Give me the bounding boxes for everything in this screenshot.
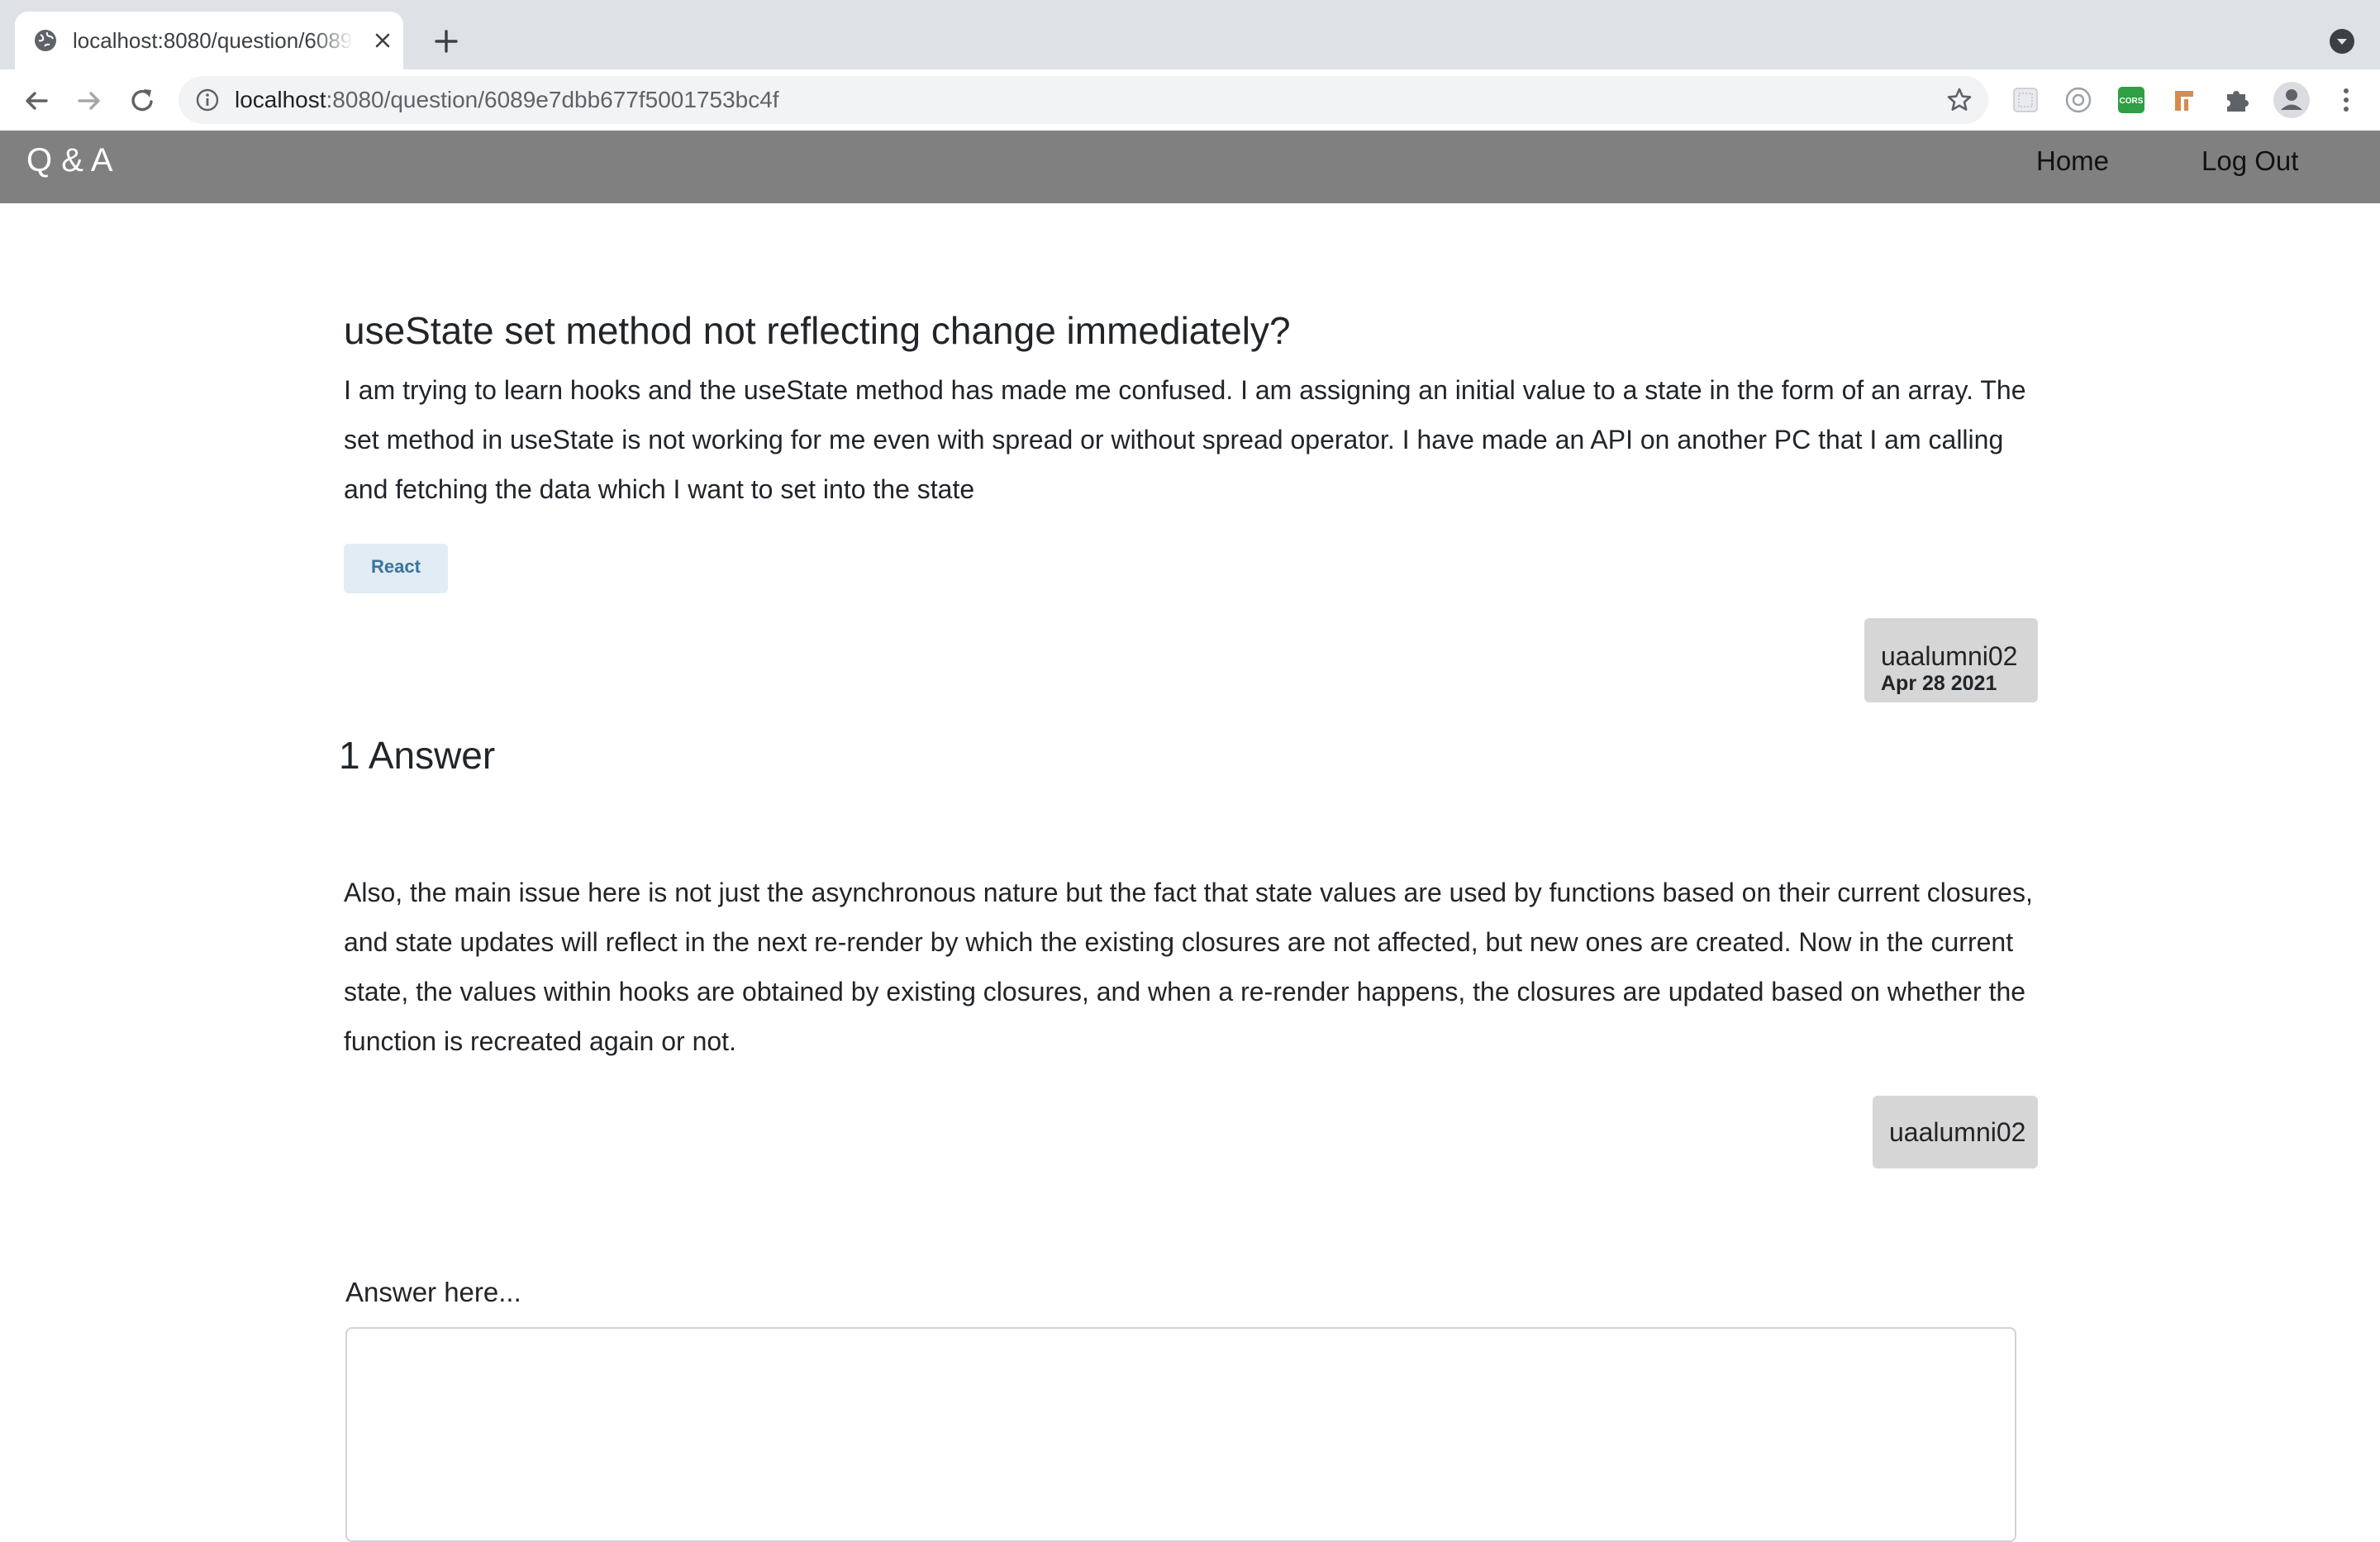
- author-name: uaalumni02: [1881, 641, 2018, 671]
- extension-icon[interactable]: [2063, 84, 2094, 116]
- back-arrow-icon[interactable]: [20, 84, 53, 117]
- close-icon[interactable]: [370, 28, 395, 53]
- profile-icon[interactable]: [2273, 81, 2311, 119]
- question-author-card[interactable]: uaalumni02 Apr 28 2021: [1864, 618, 2038, 702]
- puzzle-icon[interactable]: [2221, 84, 2253, 116]
- answer-body: Also, the main issue here is not just th…: [344, 878, 2033, 1056]
- chevron-down-icon[interactable]: [2329, 28, 2355, 55]
- plus-icon[interactable]: [430, 25, 463, 58]
- question-title: useState set method not reflecting chang…: [344, 309, 1291, 352]
- forward-arrow-icon[interactable]: [73, 84, 106, 117]
- kebab-menu-icon[interactable]: [2330, 84, 2362, 116]
- nav-link-log-out[interactable]: Log Out: [2202, 140, 2298, 182]
- answer-author-card[interactable]: uaalumni02: [1873, 1096, 2038, 1168]
- cors-icon[interactable]: CORS: [2116, 84, 2147, 116]
- browser-tab[interactable]: localhost:8080/question/6089e7dbb677f500…: [15, 12, 403, 69]
- tab-title: localhost:8080/question/6089e7dbb677f500…: [73, 28, 354, 53]
- address-bar[interactable]: localhost:8080/question/6089e7dbb677f500…: [178, 76, 1988, 124]
- nav-link-home[interactable]: Home: [2036, 140, 2109, 182]
- answer-author-name: uaalumni02: [1889, 1117, 2026, 1147]
- tag-react[interactable]: React: [344, 544, 448, 593]
- browser-tabstrip: localhost:8080/question/6089e7dbb677f500…: [0, 0, 2380, 69]
- extension-icon[interactable]: [2168, 84, 2200, 116]
- star-icon[interactable]: [1945, 86, 1973, 114]
- app-navbar: Q & A Home Log Out: [0, 131, 2380, 203]
- answer-label: Answer here...: [345, 1277, 521, 1307]
- globe-icon: [35, 30, 56, 51]
- post-date: Apr 28 2021: [1881, 672, 1997, 695]
- extension-icon[interactable]: [2010, 84, 2041, 116]
- question-body: I am trying to learn hooks and the useSt…: [344, 375, 2026, 504]
- url-text: localhost:8080/question/6089e7dbb677f500…: [235, 87, 779, 112]
- svg-text:CORS: CORS: [2120, 97, 2144, 106]
- reload-icon[interactable]: [126, 84, 159, 117]
- info-icon[interactable]: [195, 88, 220, 112]
- brand-logo[interactable]: Q & A: [26, 136, 113, 185]
- answer-textarea[interactable]: [345, 1327, 2016, 1542]
- answers-count-heading: 1 Answer: [339, 734, 496, 777]
